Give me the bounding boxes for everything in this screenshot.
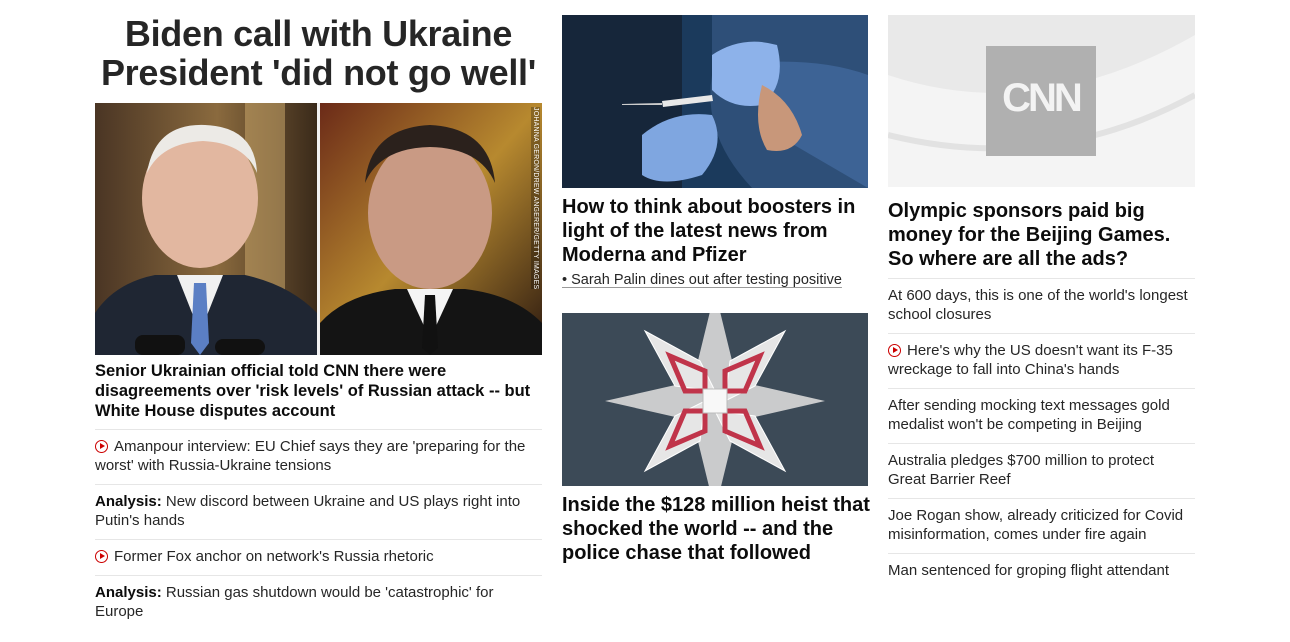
- list-item[interactable]: Joe Rogan show, already criticized for C…: [888, 498, 1195, 553]
- heist-story-image[interactable]: [562, 313, 868, 486]
- biden-zelensky-photo: [95, 103, 542, 355]
- main-headline-link[interactable]: Biden call with Ukraine President 'did n…: [95, 14, 542, 92]
- jewel-cross-photo: [562, 313, 868, 486]
- list-item[interactable]: Former Fox anchor on network's Russia rh…: [95, 539, 542, 575]
- vaccine-injection-photo: [562, 15, 868, 188]
- olympic-story-image[interactable]: CNN: [888, 15, 1195, 187]
- list-item[interactable]: Amanpour interview: EU Chief says they a…: [95, 429, 542, 484]
- related-stories-list: Amanpour interview: EU Chief says they a…: [95, 429, 542, 630]
- list-item[interactable]: Analysis: New discord between Ukraine an…: [95, 484, 542, 539]
- right-stories-list: At 600 days, this is one of the world's …: [888, 278, 1195, 589]
- booster-headline[interactable]: How to think about boosters in light of …: [562, 195, 872, 267]
- story-link[interactable]: After sending mocking text messages gold…: [888, 397, 1170, 433]
- play-circle-icon: [888, 344, 901, 357]
- main-story-column: Biden call with Ukraine President 'did n…: [95, 0, 542, 620]
- olympic-headline[interactable]: Olympic sponsors paid big money for the …: [888, 199, 1195, 271]
- booster-story-image[interactable]: [562, 15, 868, 188]
- related-story-link[interactable]: Former Fox anchor on network's Russia rh…: [114, 548, 434, 565]
- story-link[interactable]: At 600 days, this is one of the world's …: [888, 287, 1188, 323]
- main-headline[interactable]: Biden call with Ukraine President 'did n…: [95, 14, 542, 92]
- story-link[interactable]: Australia pledges $700 million to protec…: [888, 452, 1154, 488]
- list-item[interactable]: After sending mocking text messages gold…: [888, 388, 1195, 443]
- related-story-link[interactable]: Amanpour interview: EU Chief says they a…: [95, 438, 525, 474]
- photo-credit: JOHANNA GERON/DREW ANGERER/GETTY IMAGES: [531, 107, 540, 290]
- palin-subline-link[interactable]: • Sarah Palin dines out after testing po…: [562, 272, 842, 288]
- story-link[interactable]: Here's why the US doesn't want its F-35 …: [888, 342, 1173, 378]
- main-story-lead[interactable]: Senior Ukrainian official told CNN there…: [95, 361, 542, 421]
- list-item[interactable]: Man sentenced for groping flight attenda…: [888, 553, 1195, 589]
- cnn-logo-text: CNN: [1002, 76, 1083, 120]
- list-item[interactable]: At 600 days, this is one of the world's …: [888, 278, 1195, 333]
- story-link[interactable]: Joe Rogan show, already criticized for C…: [888, 507, 1183, 543]
- analysis-label: Analysis:: [95, 493, 162, 510]
- play-circle-icon: [95, 440, 108, 453]
- play-circle-icon: [95, 550, 108, 563]
- list-item[interactable]: Here's why the US doesn't want its F-35 …: [888, 333, 1195, 388]
- heist-headline[interactable]: Inside the $128 million heist that shock…: [562, 493, 872, 565]
- cnn-logo: CNN: [986, 46, 1096, 156]
- list-item[interactable]: Analysis: Russian gas shutdown would be …: [95, 575, 542, 630]
- story-link[interactable]: Man sentenced for groping flight attenda…: [888, 562, 1169, 579]
- main-story-image[interactable]: JOHANNA GERON/DREW ANGERER/GETTY IMAGES: [95, 103, 542, 355]
- list-item[interactable]: Australia pledges $700 million to protec…: [888, 443, 1195, 498]
- analysis-label: Analysis:: [95, 584, 162, 601]
